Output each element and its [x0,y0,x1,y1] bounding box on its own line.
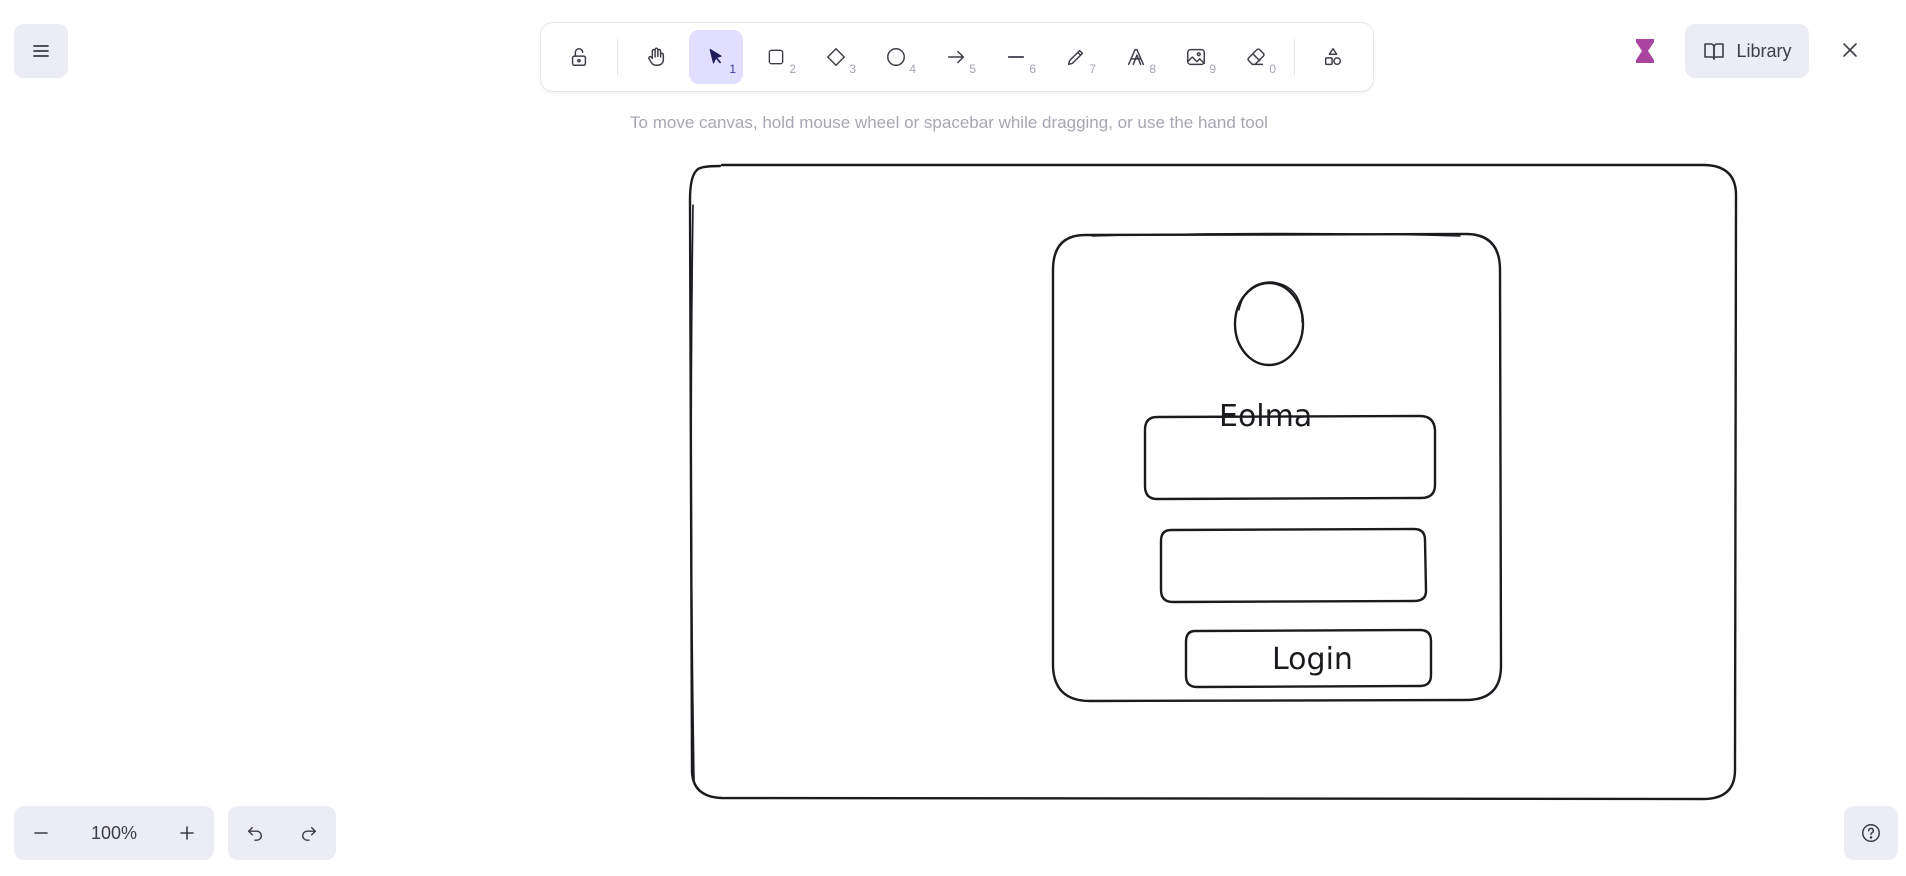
outer-frame-shape [688,163,1738,801]
library-label: Library [1736,40,1792,61]
tool-hand[interactable] [629,30,683,84]
tool-shortcut-key: 4 [909,62,916,76]
tool-draw[interactable]: 7 [1049,30,1103,84]
brand-logo[interactable] [1628,34,1662,68]
pencil-icon [1067,49,1084,66]
input-box-2-shape [1159,527,1428,604]
login-card-shape [1051,232,1503,703]
diamond-icon [827,48,845,66]
toolbar-divider [617,39,618,75]
tool-shortcut-key: 6 [1029,62,1036,76]
login-text: Login [1272,642,1353,677]
cursor-icon [709,48,722,64]
circle-icon [887,48,905,66]
tool-line[interactable]: 6 [989,30,1043,84]
history-controls [228,806,336,860]
canvas-hint-text: To move canvas, hold mouse wheel or spac… [630,113,1268,132]
shapes-toolbar: 1 2 3 4 5 6 7 8 9 0 [541,23,1373,91]
minus-icon [34,832,48,834]
tool-selection[interactable]: 1 [689,30,743,84]
library-button[interactable]: Library [1685,24,1809,78]
tool-shortcut-key: 7 [1089,62,1096,76]
close-icon [1843,43,1857,57]
zoom-controls: 100% [14,806,214,860]
main-menu-button[interactable] [14,24,68,78]
zoom-out-button[interactable] [14,806,68,860]
close-button[interactable] [1832,32,1868,68]
lock-open-icon [571,48,587,66]
tool-text[interactable]: 8 [1109,30,1163,84]
eraser-icon [1247,48,1265,66]
tool-diamond[interactable]: 3 [809,30,863,84]
avatar-shape [1233,281,1305,367]
tool-shortcut-key: 2 [789,62,796,76]
zoom-level[interactable]: 100% [68,823,160,844]
toolbar-divider [1294,39,1295,75]
help-circle-icon [1862,824,1880,842]
square-icon [768,49,784,65]
tool-shortcut-key: 0 [1269,62,1276,76]
plus-icon [180,826,194,840]
tool-lock[interactable] [552,30,606,84]
hamburger-menu-icon [33,45,49,57]
hand-icon [648,47,665,66]
image-icon [1187,48,1205,66]
undo-button[interactable] [228,806,282,860]
tool-image[interactable]: 9 [1169,30,1223,84]
tool-eraser[interactable]: 0 [1229,30,1283,84]
tool-shortcut-key: 3 [849,62,856,76]
book-open-icon [1704,43,1725,60]
tool-ellipse[interactable]: 4 [869,30,923,84]
tool-rectangle[interactable]: 2 [749,30,803,84]
redo-icon [301,826,317,841]
undo-icon [247,826,263,841]
shapes-icon [1324,48,1342,66]
redo-button[interactable] [282,806,336,860]
help-button[interactable] [1844,806,1898,860]
tool-shortcut-key: 1 [729,62,736,76]
text-icon [1127,48,1145,66]
tool-arrow[interactable]: 5 [929,30,983,84]
hourglass-icon [1636,39,1654,63]
login-button-shape [1184,628,1433,689]
zoom-in-button[interactable] [160,806,214,860]
input-box-1-shape [1143,414,1437,501]
tool-shortcut-key: 5 [969,62,976,76]
tool-shortcut-key: 9 [1209,62,1216,76]
arrow-right-icon [947,50,965,64]
tool-extra-shapes[interactable] [1306,30,1360,84]
tool-shortcut-key: 8 [1149,62,1156,76]
line-icon [1007,56,1025,58]
app-name-text: Eolma [1219,399,1312,434]
excalidraw-app: Eolma Login 1 2 3 4 5 6 7 8 9 0 To move … [0,0,1906,876]
